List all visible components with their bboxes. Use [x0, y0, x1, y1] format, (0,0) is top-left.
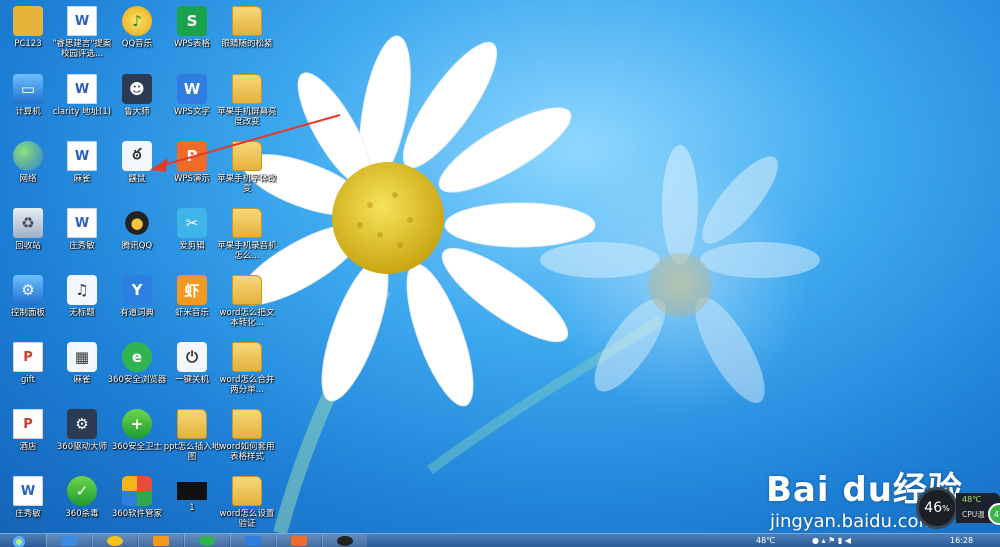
tray-icons[interactable]: ● ▴ ⚑ ▮ ◀: [812, 534, 851, 547]
cpu-label: CPU温: [962, 510, 985, 519]
taskbar-app-qqmusic[interactable]: [92, 534, 137, 547]
cpu-monitor-widget[interactable]: 46% 48℃ CPU温 47: [916, 487, 1000, 531]
desktop[interactable]: PC123 W "睿思建言"提案校园评选... ♪ QQ音乐 S WPS表格 眼睛随的松紧 ▭ 计…: [0, 0, 1000, 533]
tray-chevron-icon: ▴: [821, 536, 826, 545]
taskbar-app-wps-writer[interactable]: [230, 534, 275, 547]
wps-writer-icon: [245, 535, 261, 546]
tray-network-icon: ▮: [837, 536, 843, 545]
red-annotation-arrow: [150, 114, 341, 172]
taskbar-app-wps-presentation[interactable]: [276, 534, 321, 547]
tray-temperature[interactable]: 48℃: [756, 534, 775, 547]
tray-flag-icon: ⚑: [828, 536, 836, 545]
browser-icon: [199, 535, 215, 546]
taskbar: 48℃ ● ▴ ⚑ ▮ ◀ 16:28: [0, 533, 1000, 547]
xiami-music-icon: [153, 535, 169, 546]
ie-icon: [61, 535, 77, 546]
taskbar-app-360browser[interactable]: [184, 534, 229, 547]
tray-shield-icon: ●: [812, 536, 819, 545]
taskbar-app-ie[interactable]: [46, 534, 91, 547]
start-button[interactable]: [4, 534, 34, 547]
qq-penguin-icon: [337, 535, 353, 546]
wps-presentation-icon: [291, 535, 307, 546]
cpu-usage-percent: 46: [924, 500, 943, 516]
cpu-usage-gauge: 46%: [916, 487, 958, 529]
tray-volume-icon: ◀: [844, 536, 851, 545]
cpu-temperature: 48℃: [962, 495, 982, 504]
cpu-usage-unit: %: [942, 503, 950, 513]
taskbar-app-qq[interactable]: [322, 534, 367, 547]
start-orb-icon: [13, 535, 25, 547]
taskbar-clock[interactable]: 16:28: [950, 534, 973, 547]
taskbar-app-xiami[interactable]: [138, 534, 183, 547]
qq-music-icon: [107, 535, 123, 546]
